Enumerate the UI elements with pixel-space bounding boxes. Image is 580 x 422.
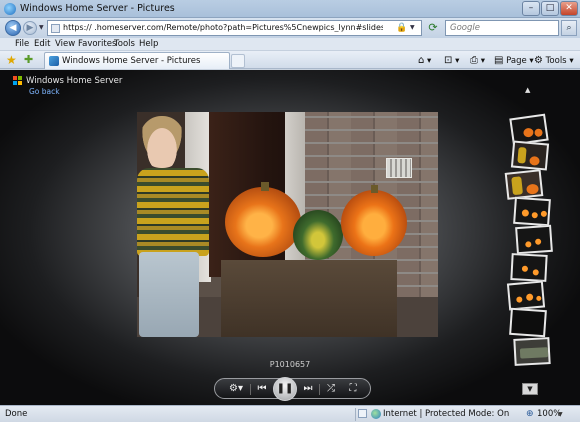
menu-edit[interactable]: Edit — [34, 39, 50, 49]
page-icon — [51, 24, 60, 33]
tab-toolbar-row: ★ ✚ Windows Home Server - Pictures ⌂ ▾ ⊡… — [0, 51, 580, 69]
shuffle-icon: ⤮ — [327, 383, 335, 394]
page-menu[interactable]: ▤ Page ▾ — [494, 54, 534, 67]
settings-button[interactable]: ⚙▾ — [225, 382, 247, 396]
back-arrow-icon: ◀ — [9, 23, 17, 33]
close-button[interactable]: ✕ — [560, 1, 578, 16]
globe-icon — [371, 409, 381, 419]
app-title: Windows Home Server — [26, 76, 123, 86]
add-favorite-icon[interactable]: ✚ — [24, 53, 33, 66]
address-url[interactable]: https:// .homeserver.com/Remote/photo?pa… — [63, 23, 383, 32]
go-back-link[interactable]: Go back — [29, 87, 60, 96]
fullscreen-button[interactable]: ⛶ — [345, 382, 361, 396]
feeds-button[interactable]: ⊡ ▾ — [444, 54, 459, 67]
favorites-star-icon[interactable]: ★ — [6, 53, 17, 67]
previous-icon: ⏮ — [257, 383, 267, 394]
menu-bar: File Edit View Favorites Tools Help — [0, 38, 580, 51]
security-zone[interactable]: Internet | Protected Mode: On — [383, 409, 509, 419]
new-tab-button[interactable] — [231, 54, 245, 68]
thumbnail-8[interactable] — [509, 307, 547, 338]
thumbnail-2[interactable] — [510, 140, 550, 171]
thumbnails-scroll-up-button[interactable]: ▲ — [525, 86, 530, 94]
maximize-button[interactable]: □ — [541, 1, 559, 16]
pause-icon: ❚❚ — [276, 383, 294, 394]
shuffle-button[interactable]: ⤮ — [323, 382, 339, 396]
address-field[interactable]: https:// .homeserver.com/Remote/photo?pa… — [47, 20, 422, 36]
lock-icon[interactable]: 🔒 — [396, 23, 407, 33]
menu-file[interactable]: File — [15, 39, 29, 49]
status-text: Done — [5, 409, 28, 419]
window-title: Windows Home Server - Pictures — [20, 3, 175, 14]
menu-help[interactable]: Help — [139, 39, 158, 49]
forward-arrow-icon: ▶ — [26, 23, 34, 33]
fullscreen-icon: ⛶ — [349, 383, 357, 394]
menu-tools[interactable]: Tools — [114, 39, 135, 49]
tab-label: Windows Home Server - Pictures — [62, 56, 201, 66]
minimize-button[interactable]: – — [522, 1, 540, 16]
search-icon: ⌕ — [566, 23, 572, 33]
slideshow-controls: ⚙▾ ⏮ ❚❚ ⏭ ⤮ ⛶ — [214, 377, 371, 401]
thumbnail-9[interactable] — [513, 337, 551, 366]
search-placeholder: Google — [450, 23, 480, 33]
main-photo — [137, 112, 438, 337]
thumbnail-3[interactable] — [504, 169, 544, 200]
next-icon: ⏭ — [303, 383, 313, 394]
zoom-icon[interactable]: ⊕ — [526, 409, 534, 419]
zoom-dropdown-icon[interactable]: ▼ — [558, 411, 563, 418]
thumbnail-7[interactable] — [506, 280, 546, 311]
history-dropdown-icon[interactable]: ▼ — [39, 24, 44, 31]
tab-pictures[interactable]: Windows Home Server - Pictures — [44, 52, 230, 69]
address-row: ◀ ▶ ▼ https:// .homeserver.com/Remote/ph… — [0, 18, 580, 38]
print-icon: ⎙ — [470, 55, 478, 66]
page-icon-menu: ▤ — [494, 55, 504, 66]
forward-button[interactable]: ▶ — [23, 21, 37, 35]
page-menu-label: Page — [506, 56, 527, 66]
windows-logo-icon — [13, 76, 23, 86]
home-button[interactable]: ⌂ ▾ — [418, 54, 431, 67]
slideshow-viewport: Windows Home Server Go back P1010657 ⚙▾ … — [0, 70, 580, 405]
tools-menu-label: Tools — [545, 56, 567, 66]
status-bar: Done Internet | Protected Mode: On ⊕ 100… — [0, 405, 580, 422]
gear-icon: ⚙▾ — [229, 383, 243, 394]
menu-favorites[interactable]: Favorites — [78, 39, 116, 49]
pause-button[interactable]: ❚❚ — [273, 377, 297, 401]
tools-menu[interactable]: ⚙ Tools ▾ — [534, 54, 574, 67]
thumbnail-6[interactable] — [510, 253, 548, 282]
menu-view[interactable]: View — [55, 39, 75, 49]
thumbnail-4[interactable] — [513, 196, 551, 227]
zone-icon — [358, 409, 367, 418]
refresh-icon[interactable]: ⟳ — [426, 21, 440, 35]
thumbnail-5[interactable] — [515, 224, 553, 255]
address-dropdown-icon[interactable]: ▼ — [410, 24, 415, 31]
next-button[interactable]: ⏭ — [301, 382, 315, 396]
search-button[interactable]: ⌕ — [561, 20, 577, 36]
search-input[interactable]: Google — [445, 20, 559, 36]
print-button[interactable]: ⎙ ▾ — [470, 54, 485, 67]
ie-logo-icon — [4, 3, 16, 15]
home-icon: ⌂ — [418, 55, 425, 66]
thumbnails-scroll-down-button[interactable]: ▼ — [522, 383, 538, 395]
photo-caption: P1010657 — [269, 360, 311, 369]
previous-button[interactable]: ⏮ — [255, 382, 269, 396]
gear-icon: ⚙ — [534, 55, 543, 66]
back-button[interactable]: ◀ — [5, 20, 21, 36]
feeds-icon: ⊡ — [444, 55, 453, 66]
title-bar: Windows Home Server - Pictures – □ ✕ — [0, 0, 580, 18]
tab-favicon-icon — [49, 56, 59, 66]
